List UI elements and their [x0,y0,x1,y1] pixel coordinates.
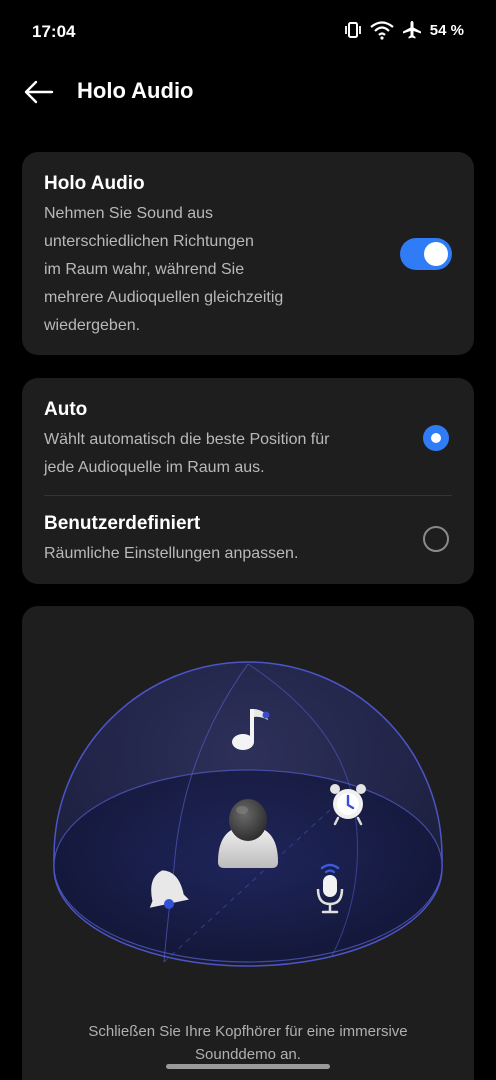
holo-audio-card: Holo Audio Nehmen Sie Sound aus untersch… [22,152,474,355]
radio-custom-unselected[interactable] [423,526,449,552]
holo-audio-title: Holo Audio [44,173,145,194]
holo-audio-toggle[interactable] [400,238,452,270]
status-bar: 17:04 54 % [0,0,496,64]
option-auto[interactable]: Auto Wählt automatisch die beste Positio… [22,378,474,495]
arrow-left-icon [20,80,56,112]
status-time: 17:04 [32,22,76,41]
airplane-icon [402,20,422,40]
spatial-dome-illustration [53,661,443,967]
option-custom-title: Benutzerdefiniert [44,513,201,534]
back-button[interactable] [20,76,56,108]
sound-demo-card: Schließen Sie Ihre Kopfhörer für eine im… [22,606,474,1080]
vibrate-icon [344,20,362,40]
option-auto-description: Wählt automatisch die beste Position für… [44,431,330,476]
holo-audio-description: Nehmen Sie Sound aus unterschiedlichen R… [44,205,284,334]
page-title: Holo Audio [77,78,194,103]
radio-auto-selected[interactable] [423,425,449,451]
option-auto-title: Auto [44,399,88,420]
wifi-icon [370,20,394,40]
toggle-knob [424,242,448,266]
option-custom-description: Räumliche Einstellungen anpassen. [44,545,299,562]
battery-level: 54 % [429,21,464,39]
gesture-navigation-bar[interactable] [166,1064,330,1069]
top-app-bar: Holo Audio [0,70,496,114]
headphone-hint: Schließen Sie Ihre Kopfhörer für eine im… [88,1023,408,1063]
option-custom[interactable]: Benutzerdefiniert Räumliche Einstellunge… [22,495,474,584]
mode-selection-card: Auto Wählt automatisch die beste Positio… [22,378,474,584]
status-icons: 54 % [344,20,464,40]
